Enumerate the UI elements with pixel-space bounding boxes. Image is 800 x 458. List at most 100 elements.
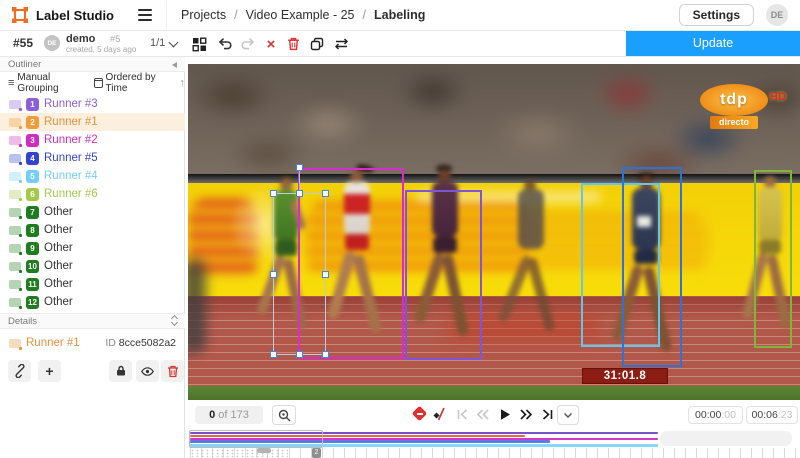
- region-item[interactable]: 10Other: [0, 257, 185, 275]
- region-item[interactable]: 2 Runner #1: [0, 113, 185, 131]
- user-avatar[interactable]: DE: [766, 4, 788, 26]
- label-studio-logo-icon: [12, 7, 28, 23]
- resize-handle[interactable]: [296, 190, 303, 197]
- region-shape-icon: [9, 226, 21, 235]
- rewind-icon[interactable]: [475, 406, 491, 422]
- region-shape-icon: [9, 298, 21, 307]
- skip-to-start-icon[interactable]: [454, 406, 470, 422]
- collapse-timeline-button[interactable]: [557, 405, 579, 425]
- top-header: Label Studio Projects / Video Example - …: [0, 0, 800, 31]
- bounding-box[interactable]: [273, 193, 326, 355]
- details-collapse-icon[interactable]: [172, 316, 177, 325]
- annotator-avatar[interactable]: DE: [44, 35, 60, 51]
- delete-region-button[interactable]: [161, 360, 184, 382]
- resize-handle[interactable]: [270, 351, 277, 358]
- region-item[interactable]: 11Other: [0, 275, 185, 293]
- fast-forward-icon[interactable]: [518, 406, 534, 422]
- annotation-created: created, 5 days ago: [66, 45, 136, 54]
- playback-bar: 0 of 173 00:00:00 00:06:23: [185, 400, 800, 430]
- race-timer-overlay: 31:01.8: [582, 368, 668, 384]
- region-item[interactable]: 6Runner #6: [0, 185, 185, 203]
- resize-handle[interactable]: [270, 271, 277, 278]
- bounding-box[interactable]: [405, 190, 482, 360]
- tdp-watermark: tdp: [700, 84, 768, 116]
- add-relation-button[interactable]: +: [38, 360, 61, 382]
- region-shape-icon: [9, 118, 21, 127]
- interpolation-toggle-icon[interactable]: [432, 406, 448, 422]
- region-item[interactable]: 5Runner #4: [0, 167, 185, 185]
- region-index-badge: 10: [26, 260, 39, 273]
- video-grass-strip: [188, 386, 800, 400]
- swap-view-icon[interactable]: [332, 35, 350, 53]
- breadcrumb: Projects / Video Example - 25 / Labeling: [181, 8, 425, 22]
- details-header: Details: [0, 313, 185, 329]
- annotation-dropdown-chevron-icon[interactable]: [169, 38, 179, 48]
- region-item[interactable]: 8Other: [0, 221, 185, 239]
- video-canvas[interactable]: tdp HD directo 31:01.8: [188, 64, 800, 400]
- sort-direction-icon[interactable]: ↑: [180, 77, 186, 89]
- delete-annotation-trash-icon[interactable]: [284, 35, 302, 53]
- region-index-badge: 12: [26, 296, 39, 309]
- copy-annotation-icon[interactable]: [308, 35, 326, 53]
- timeline-minimap[interactable]: [190, 430, 797, 447]
- breadcrumb-projects[interactable]: Projects: [181, 8, 226, 22]
- visibility-eye-button[interactable]: [136, 360, 159, 382]
- keyframe-dots: [190, 449, 288, 457]
- play-button-icon[interactable]: [497, 406, 513, 422]
- ordering-selector[interactable]: Ordered by Time: [94, 72, 170, 94]
- region-item[interactable]: 12Other: [0, 293, 185, 311]
- region-label: Runner #5: [44, 152, 98, 164]
- region-item[interactable]: 1Runner #3: [0, 95, 185, 113]
- update-button[interactable]: Update: [626, 30, 800, 56]
- directo-watermark: directo: [710, 116, 758, 129]
- resize-handle[interactable]: [270, 190, 277, 197]
- time-total: 00:06:23: [746, 406, 798, 424]
- link-region-button[interactable]: [8, 360, 31, 382]
- region-label: Other: [44, 224, 73, 236]
- grouping-selector[interactable]: ≡ Manual Grouping: [8, 72, 83, 94]
- runner-figure: [508, 179, 558, 369]
- grouping-icon: ≡: [8, 78, 14, 88]
- rotate-handle[interactable]: [296, 164, 303, 171]
- app-title: Label Studio: [36, 8, 114, 23]
- region-shape-icon: [9, 190, 21, 199]
- region-index-badge: 2: [26, 116, 39, 129]
- resize-handle[interactable]: [322, 190, 329, 197]
- resize-handle[interactable]: [296, 351, 303, 358]
- timeline-viewport-selection[interactable]: [189, 430, 323, 448]
- region-item[interactable]: 7Other: [0, 203, 185, 221]
- region-shape-icon: [9, 262, 21, 271]
- outliner-collapse-icon[interactable]: [172, 62, 177, 68]
- region-shape-icon: [9, 100, 21, 109]
- redo-icon[interactable]: [239, 35, 257, 53]
- zoom-tool-button[interactable]: [272, 405, 296, 425]
- timeline: 2: [185, 430, 800, 458]
- keyframe-toggle-button[interactable]: [412, 406, 428, 422]
- reset-annotation-icon[interactable]: ×: [262, 35, 280, 53]
- region-label: Runner #1: [44, 116, 98, 128]
- breadcrumb-project-name[interactable]: Video Example - 25: [246, 8, 355, 22]
- region-item[interactable]: 9Other: [0, 239, 185, 257]
- resize-handle[interactable]: [322, 351, 329, 358]
- region-item[interactable]: 3Runner #2: [0, 131, 185, 149]
- grouping-label: Manual Grouping: [17, 72, 82, 94]
- region-index-badge: 4: [26, 152, 39, 165]
- frame-ruler[interactable]: 2: [190, 448, 797, 458]
- ordering-icon: [94, 78, 103, 88]
- skip-to-end-icon[interactable]: [539, 406, 555, 422]
- bounding-box[interactable]: [622, 167, 682, 367]
- rotator-connector: [299, 170, 300, 190]
- grid-view-icon[interactable]: [190, 35, 208, 53]
- details-title: Details: [8, 316, 37, 327]
- bounding-box[interactable]: [754, 170, 792, 348]
- menu-hamburger-icon[interactable]: [138, 9, 152, 21]
- breadcrumb-current: Labeling: [374, 8, 425, 22]
- region-item[interactable]: 4 Runner #5: [0, 149, 185, 167]
- lock-region-button[interactable]: [109, 360, 132, 382]
- ruler-thumb[interactable]: [257, 448, 271, 453]
- header-divider: [166, 1, 167, 30]
- region-shape-icon: [9, 136, 21, 145]
- settings-button[interactable]: Settings: [679, 4, 754, 26]
- undo-icon[interactable]: [215, 35, 233, 53]
- resize-handle[interactable]: [322, 271, 329, 278]
